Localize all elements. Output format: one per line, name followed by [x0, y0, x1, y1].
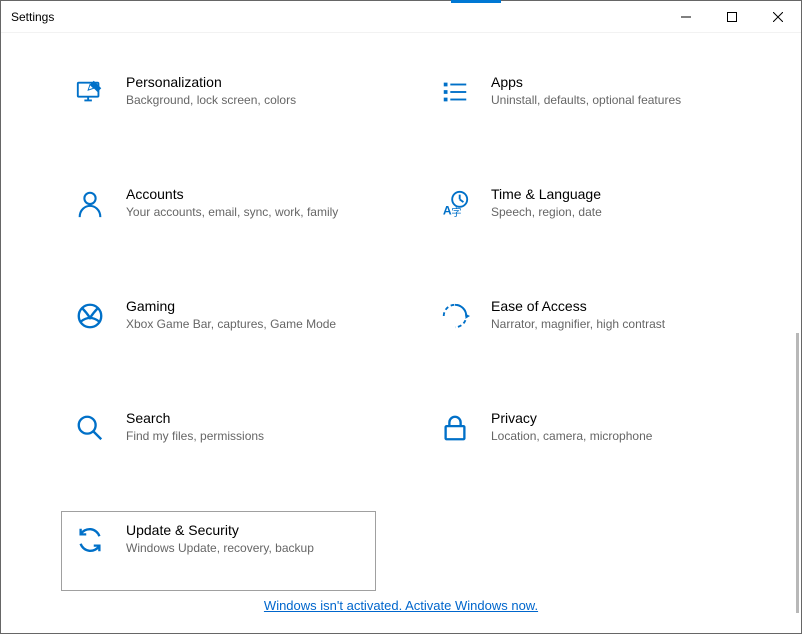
titlebar: Settings [1, 1, 801, 33]
window-title: Settings [1, 10, 54, 24]
window-controls [663, 1, 801, 32]
tile-title: Ease of Access [491, 298, 728, 314]
tile-text: Personalization Background, lock screen,… [126, 74, 363, 109]
tile-search[interactable]: Search Find my files, permissions [61, 399, 376, 479]
tile-desc: Location, camera, microphone [491, 428, 728, 445]
gaming-icon [74, 300, 106, 332]
tile-text: Privacy Location, camera, microphone [491, 410, 728, 445]
maximize-button[interactable] [709, 1, 755, 33]
ease-of-access-icon [439, 300, 471, 332]
time-language-icon: A 字 [439, 188, 471, 220]
tile-title: Accounts [126, 186, 363, 202]
accounts-icon [74, 188, 106, 220]
tile-title: Time & Language [491, 186, 728, 202]
tile-text: Update & Security Windows Update, recove… [126, 522, 363, 557]
tile-title: Personalization [126, 74, 363, 90]
tile-desc: Background, lock screen, colors [126, 92, 363, 109]
tile-accounts[interactable]: Accounts Your accounts, email, sync, wor… [61, 175, 376, 255]
tile-desc: Speech, region, date [491, 204, 728, 221]
privacy-icon [439, 412, 471, 444]
activation-notice: Windows isn't activated. Activate Window… [1, 597, 801, 615]
content-area: Personalization Background, lock screen,… [1, 33, 801, 633]
tile-apps[interactable]: Apps Uninstall, defaults, optional featu… [426, 63, 741, 143]
tile-desc: Xbox Game Bar, captures, Game Mode [126, 316, 363, 333]
tile-desc: Your accounts, email, sync, work, family [126, 204, 363, 221]
tile-title: Apps [491, 74, 728, 90]
minimize-button[interactable] [663, 1, 709, 33]
tile-title: Update & Security [126, 522, 363, 538]
activation-link[interactable]: Windows isn't activated. Activate Window… [264, 598, 538, 613]
svg-text:字: 字 [451, 206, 461, 219]
search-icon [74, 412, 106, 444]
tile-gaming[interactable]: Gaming Xbox Game Bar, captures, Game Mod… [61, 287, 376, 367]
tile-desc: Narrator, magnifier, high contrast [491, 316, 728, 333]
tile-desc: Uninstall, defaults, optional features [491, 92, 728, 109]
tile-text: Accounts Your accounts, email, sync, wor… [126, 186, 363, 221]
tile-ease-of-access[interactable]: Ease of Access Narrator, magnifier, high… [426, 287, 741, 367]
tile-update-security[interactable]: Update & Security Windows Update, recove… [61, 511, 376, 591]
close-button[interactable] [755, 1, 801, 33]
tile-desc: Windows Update, recovery, backup [126, 540, 363, 557]
tile-text: Search Find my files, permissions [126, 410, 363, 445]
tile-title: Privacy [491, 410, 728, 426]
personalization-icon [74, 76, 106, 108]
tile-title: Search [126, 410, 363, 426]
tile-text: Ease of Access Narrator, magnifier, high… [491, 298, 728, 333]
settings-grid: Personalization Background, lock screen,… [61, 63, 741, 591]
tile-text: Time & Language Speech, region, date [491, 186, 728, 221]
tile-privacy[interactable]: Privacy Location, camera, microphone [426, 399, 741, 479]
tile-title: Gaming [126, 298, 363, 314]
tile-text: Apps Uninstall, defaults, optional featu… [491, 74, 728, 109]
tile-time-language[interactable]: A 字 Time & Language Speech, region, date [426, 175, 741, 255]
titlebar-accent [451, 0, 501, 3]
tile-personalization[interactable]: Personalization Background, lock screen,… [61, 63, 376, 143]
scrollbar[interactable] [796, 333, 799, 613]
apps-icon [439, 76, 471, 108]
tile-text: Gaming Xbox Game Bar, captures, Game Mod… [126, 298, 363, 333]
update-security-icon [74, 524, 106, 556]
tile-desc: Find my files, permissions [126, 428, 363, 445]
